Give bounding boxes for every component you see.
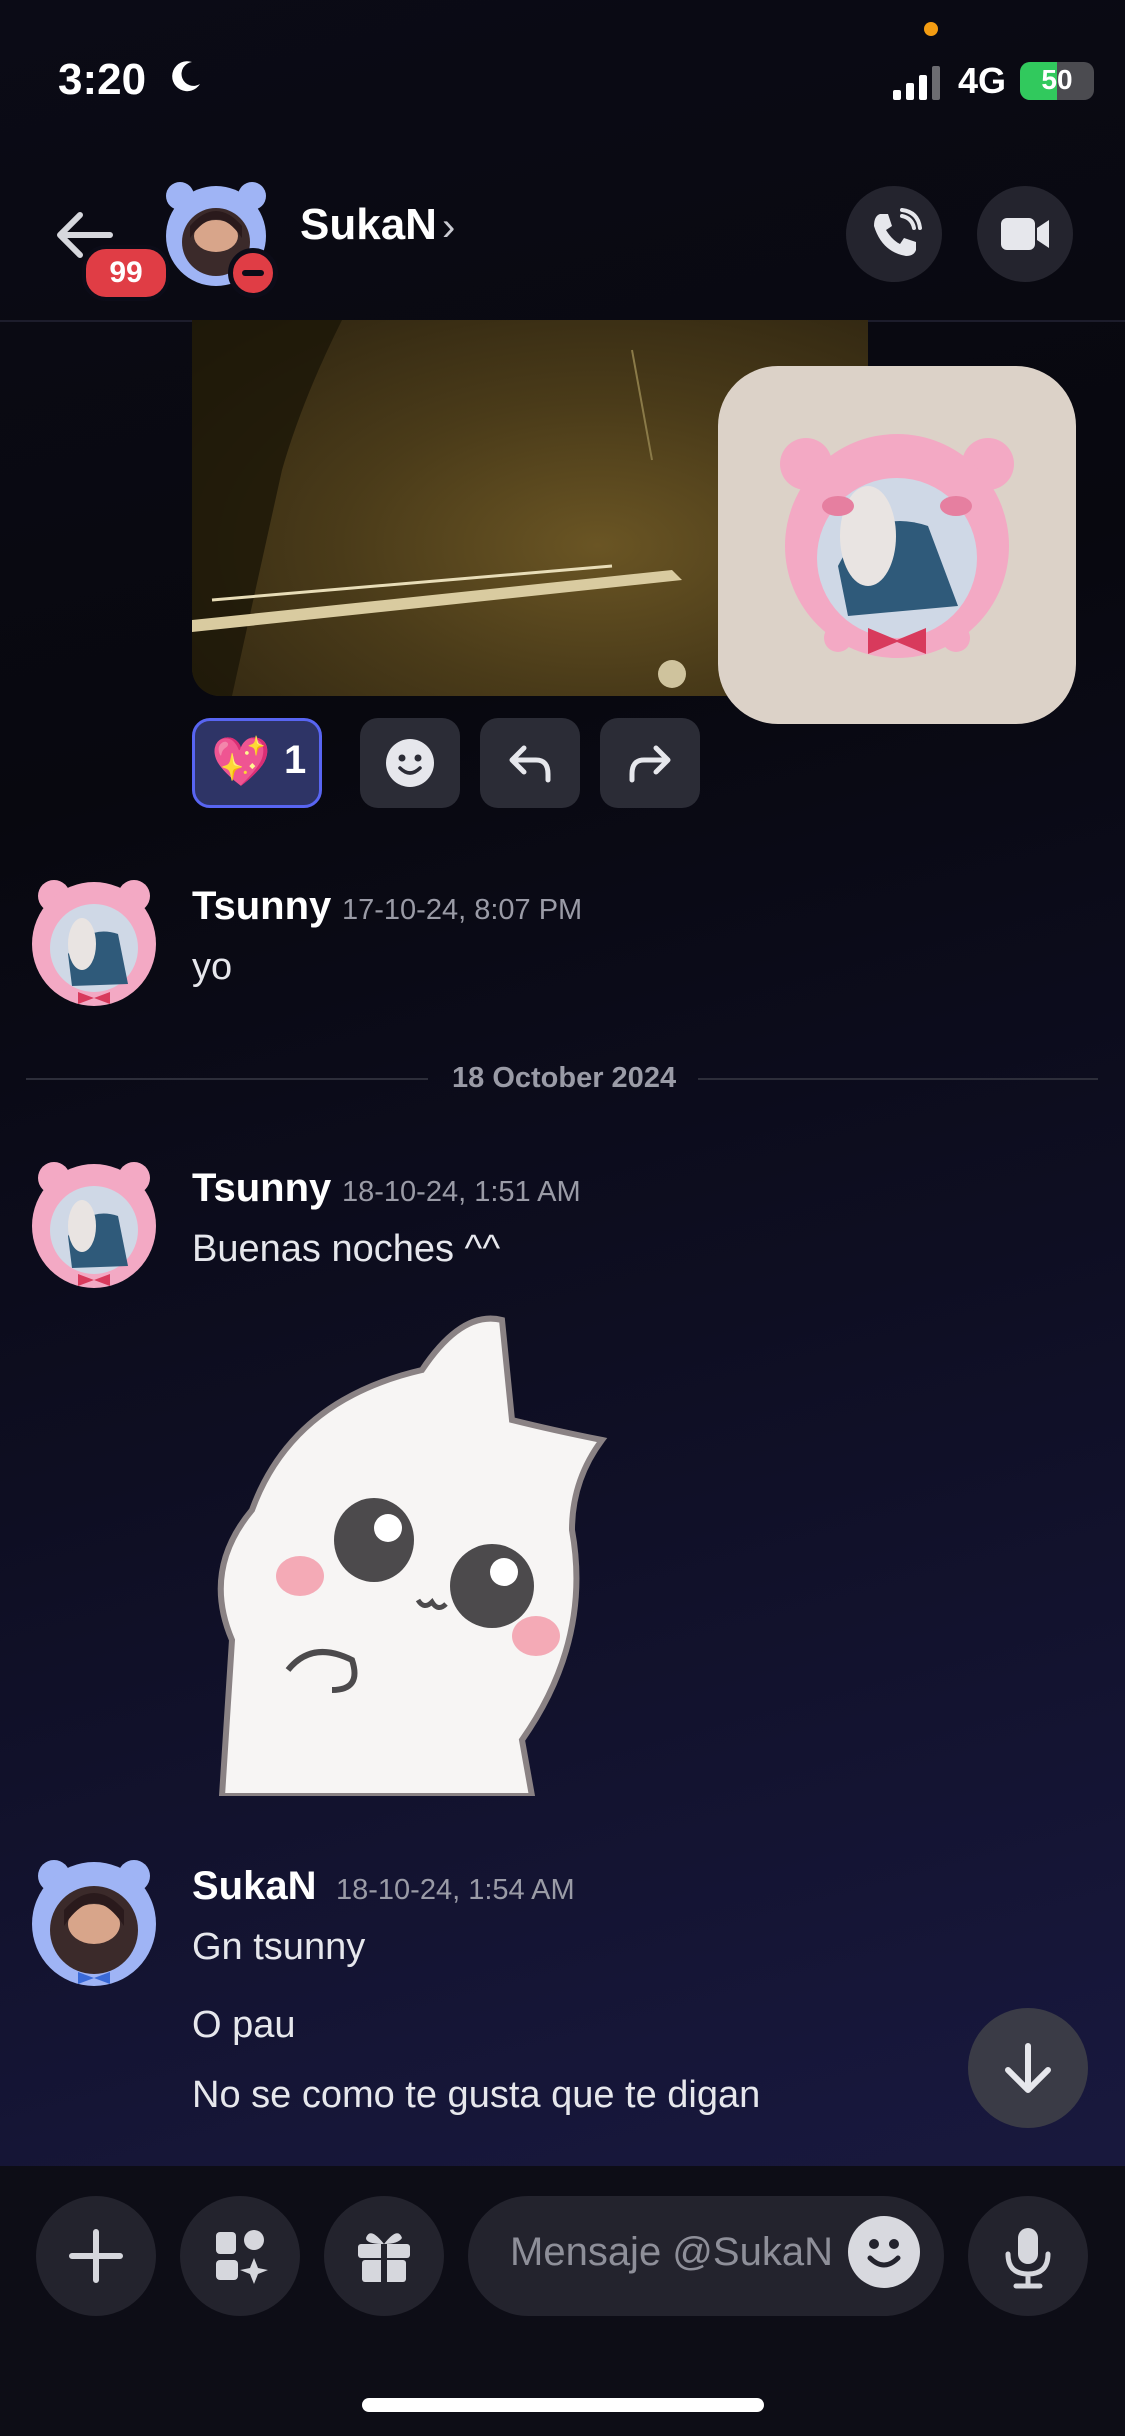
add-reaction-button[interactable] <box>360 718 460 808</box>
unread-badge: 99 <box>82 245 170 301</box>
status-time: 3:20 <box>58 55 147 104</box>
message-text: No se como te gusta que te digan <box>192 2074 761 2116</box>
message-text: Gn tsunny <box>192 1926 366 1968</box>
message-text: O pau <box>192 2004 296 2046</box>
signal-icon <box>893 66 940 100</box>
divider-line <box>698 1078 1098 1080</box>
video-icon <box>1001 218 1049 250</box>
reaction-count: 1 <box>284 738 307 782</box>
smile-icon <box>386 739 434 787</box>
message-timestamp: 17-10-24, 8:07 PM <box>342 894 583 926</box>
jump-to-present-button[interactable] <box>968 2008 1088 2128</box>
forward-button[interactable] <box>600 718 700 808</box>
battery-indicator: 50 <box>1020 62 1094 100</box>
attach-button[interactable] <box>36 2196 156 2316</box>
gift-icon <box>358 2233 410 2282</box>
forward-icon <box>629 745 671 783</box>
bear-frame-avatar <box>780 434 1014 658</box>
message-author[interactable]: Tsunny <box>192 1166 331 1211</box>
avatar[interactable] <box>28 874 160 1014</box>
avatar[interactable] <box>28 1156 160 1296</box>
video-call-button[interactable] <box>977 186 1073 282</box>
cat-sticker[interactable] <box>192 1310 652 1796</box>
network-type: 4G <box>958 60 1007 101</box>
header-username[interactable]: SukaN <box>300 200 437 250</box>
message-author[interactable]: Tsunny <box>192 884 331 929</box>
divider-line <box>26 1078 428 1080</box>
do-not-disturb-status <box>228 248 278 298</box>
battery-percent: 50 <box>1041 64 1073 95</box>
apps-icon <box>216 2230 268 2284</box>
message-text: Buenas noches ^^ <box>192 1228 501 1270</box>
plus-icon <box>69 2229 123 2283</box>
message-author[interactable]: SukaN <box>192 1864 317 1909</box>
message-timestamp: 18-10-24, 1:54 AM <box>336 1874 575 1906</box>
voice-call-button[interactable] <box>846 186 942 282</box>
reaction-emoji: 💖 <box>211 736 271 789</box>
moon-icon <box>172 61 200 92</box>
arrow-down-icon <box>1005 2043 1051 2093</box>
apps-button[interactable] <box>180 2196 300 2316</box>
message-text: yo <box>192 946 233 988</box>
message-timestamp: 18-10-24, 1:51 AM <box>342 1176 581 1208</box>
home-indicator <box>362 2398 764 2412</box>
reply-button[interactable] <box>480 718 580 808</box>
privacy-indicator <box>924 22 938 36</box>
chevron-right-icon[interactable]: › <box>442 205 455 250</box>
date-divider: 18 October 2024 <box>452 1062 677 1094</box>
voice-message-button[interactable] <box>968 2196 1088 2316</box>
message-input-placeholder: Mensaje @SukaN <box>510 2230 833 2274</box>
smile-icon <box>867 2239 901 2268</box>
picture-in-picture-avatar[interactable] <box>718 366 1076 724</box>
microphone-icon <box>1005 2228 1051 2289</box>
gift-button[interactable] <box>324 2196 444 2316</box>
avatar[interactable] <box>28 1854 160 1994</box>
emoji-picker-button[interactable] <box>848 2216 920 2288</box>
reply-icon <box>509 745 551 783</box>
phone-icon <box>874 208 922 256</box>
